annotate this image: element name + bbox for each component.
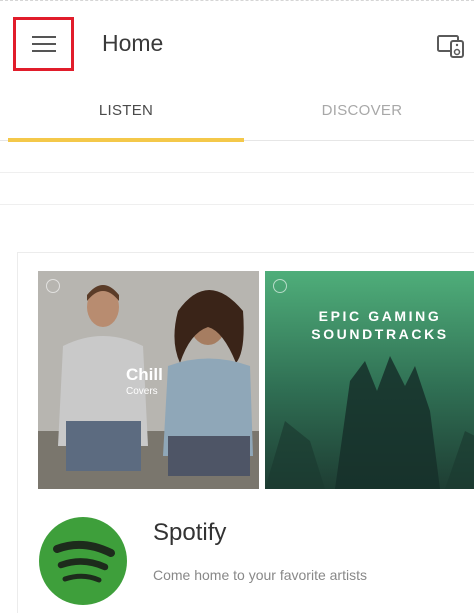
epic-gaming-cover-art (265, 271, 474, 489)
cast-device-icon (437, 35, 464, 58)
playlist-subtitle: Covers (126, 386, 158, 397)
menu-button[interactable] (13, 17, 74, 71)
divider (0, 204, 474, 205)
service-name[interactable]: Spotify (153, 519, 226, 547)
playlist-title: Chill (126, 365, 163, 384)
app-bar: Home (0, 0, 474, 88)
playlist-badge-icon (273, 279, 287, 293)
cast-button[interactable] (437, 33, 467, 59)
tab-discover[interactable]: DISCOVER (244, 102, 474, 119)
playlist-badge-icon (46, 279, 60, 293)
spotify-card: Chill Covers EPIC GAMING SOUNDTRACKS Spo… (17, 252, 474, 613)
divider (0, 172, 474, 173)
playlist-tile-epic-gaming[interactable]: EPIC GAMING SOUNDTRACKS (265, 271, 474, 489)
page-title: Home (102, 30, 164, 56)
tab-listen[interactable]: LISTEN (8, 102, 244, 119)
playlist-tile-chill[interactable]: Chill Covers (38, 271, 259, 489)
playlist-title: EPIC GAMING SOUNDTRACKS (311, 308, 449, 342)
tab-indicator (8, 138, 244, 142)
tab-bar: LISTEN DISCOVER (0, 88, 474, 144)
hamburger-menu-icon (31, 36, 56, 52)
spotify-logo-icon[interactable] (39, 517, 127, 605)
service-description: Come home to your favorite artists (153, 567, 367, 583)
